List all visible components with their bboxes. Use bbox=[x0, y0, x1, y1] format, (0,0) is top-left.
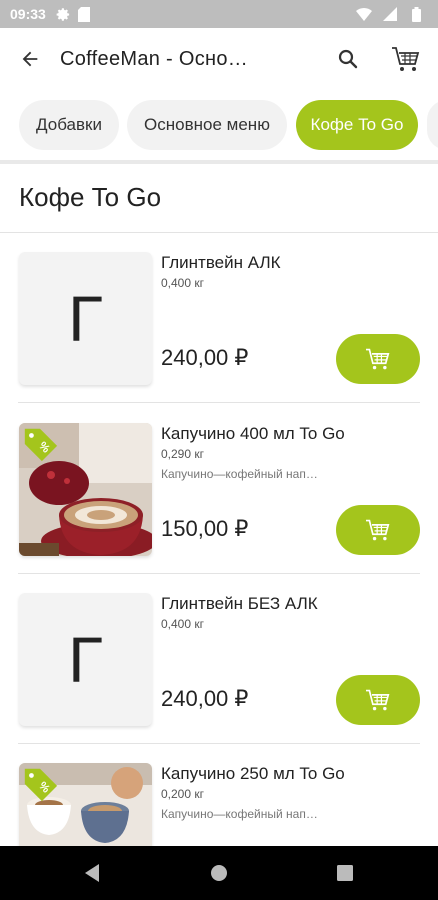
product-price: 240,00 ₽ bbox=[161, 345, 249, 370]
placeholder-letter: Г bbox=[68, 623, 103, 696]
tab-coffee-to-go[interactable]: Кофе To Go bbox=[296, 100, 418, 150]
add-to-cart-button[interactable] bbox=[336, 675, 420, 725]
product-image-placeholder: Г bbox=[19, 252, 152, 385]
tabs-divider bbox=[0, 160, 438, 164]
discount-tag-icon: % bbox=[24, 768, 58, 802]
system-nav-bar bbox=[0, 846, 438, 900]
product-weight: 0,200 кг bbox=[161, 787, 204, 801]
product-photo: % bbox=[19, 423, 152, 556]
status-time: 09:33 bbox=[10, 6, 46, 22]
signal-icon bbox=[382, 6, 398, 22]
product-name: Капучино 400 мл To Go bbox=[161, 424, 345, 443]
home-circle-icon bbox=[211, 865, 227, 881]
product-price: 150,00 ₽ bbox=[161, 516, 249, 541]
nav-home-button[interactable] bbox=[189, 846, 249, 900]
product-image-placeholder: Г bbox=[19, 593, 152, 726]
back-button[interactable] bbox=[0, 28, 60, 90]
discount-tag-icon: % bbox=[24, 428, 58, 462]
product-description: Капучино—кофейный нап… bbox=[161, 807, 318, 821]
cart-icon bbox=[366, 348, 390, 370]
tab-additives[interactable]: Добавки bbox=[19, 100, 119, 150]
cart-icon bbox=[366, 519, 390, 541]
recents-square-icon bbox=[337, 865, 353, 881]
search-button[interactable] bbox=[324, 28, 372, 90]
add-to-cart-button[interactable] bbox=[336, 334, 420, 384]
placeholder-letter: Г bbox=[68, 282, 103, 355]
sd-card-icon bbox=[76, 6, 92, 22]
nav-back-button[interactable] bbox=[62, 846, 122, 900]
cart-icon bbox=[366, 689, 390, 711]
back-triangle-icon bbox=[85, 864, 99, 882]
app-bar: CoffeeMan - Осно… bbox=[0, 28, 438, 90]
product-description: Капучино—кофейный нап… bbox=[161, 467, 318, 481]
product-name: Капучино 250 мл To Go bbox=[161, 764, 345, 783]
add-to-cart-button[interactable] bbox=[336, 505, 420, 555]
product-weight: 0,290 кг bbox=[161, 447, 204, 461]
wifi-icon bbox=[356, 6, 372, 22]
product-price: 240,00 ₽ bbox=[161, 686, 249, 711]
item-divider bbox=[18, 402, 420, 403]
list-item[interactable]: % Капучино 400 мл To Go 0,290 кг Капучин… bbox=[0, 404, 438, 574]
tab-next[interactable] bbox=[427, 100, 438, 150]
product-name: Глинтвейн АЛК bbox=[161, 253, 281, 272]
arrow-left-icon bbox=[22, 51, 38, 67]
product-weight: 0,400 кг bbox=[161, 276, 204, 290]
status-bar: 09:33 bbox=[0, 0, 438, 28]
section-title: Кофе To Go bbox=[19, 182, 162, 212]
cart-icon bbox=[392, 47, 420, 71]
tab-main-menu[interactable]: Основное меню bbox=[127, 100, 287, 150]
list-item[interactable]: Г Глинтвейн БЕЗ АЛК 0,400 кг 240,00 ₽ bbox=[0, 574, 438, 744]
product-name: Глинтвейн БЕЗ АЛК bbox=[161, 594, 318, 613]
cart-button[interactable] bbox=[380, 28, 432, 90]
page-title: CoffeeMan - Осно… bbox=[60, 47, 249, 70]
product-weight: 0,400 кг bbox=[161, 617, 204, 631]
category-tabs: Добавки Основное меню Кофе To Go bbox=[0, 98, 438, 154]
list-item[interactable]: Г Глинтвейн АЛК 0,400 кг 240,00 ₽ bbox=[0, 233, 438, 403]
settings-icon bbox=[56, 6, 72, 22]
nav-recents-button[interactable] bbox=[315, 846, 375, 900]
search-icon bbox=[338, 49, 358, 69]
battery-icon bbox=[408, 6, 424, 22]
